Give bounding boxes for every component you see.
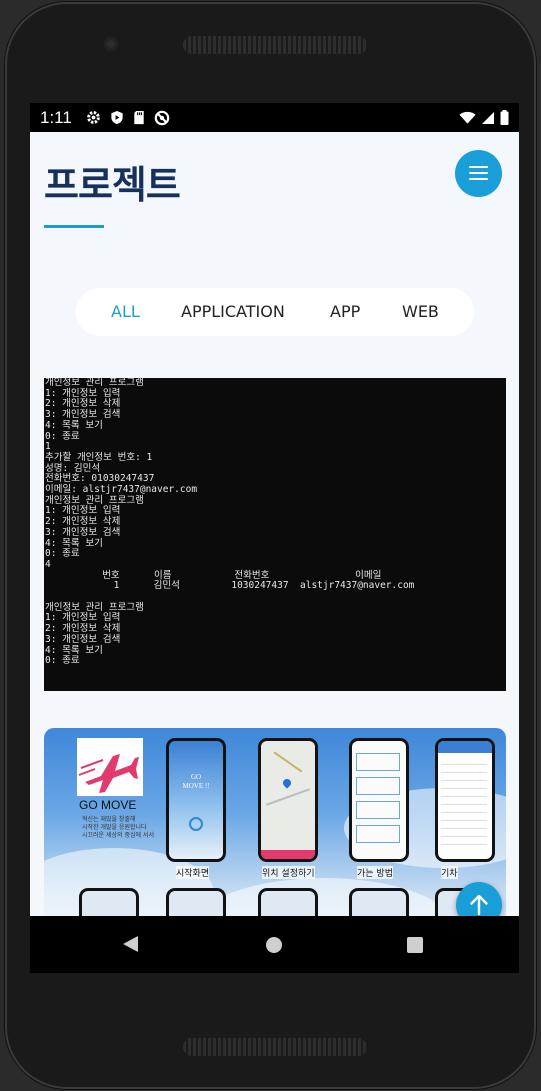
caption-route: 가는 방법 xyxy=(357,866,393,879)
wifi-icon xyxy=(459,111,476,124)
terminal-line: 0: 종료 xyxy=(45,655,80,667)
map-road xyxy=(273,751,303,773)
route-row xyxy=(356,825,400,843)
menu-button[interactable] xyxy=(455,150,502,197)
loading-ring xyxy=(189,817,203,831)
battery-icon xyxy=(500,110,509,125)
system-nav-bar xyxy=(30,916,519,973)
status-bar: 1:11 xyxy=(30,103,519,132)
terminal-line: 0: 종료 xyxy=(45,430,80,442)
terminal-line: 1 김민석 1030247437 alstjr7437@naver.com xyxy=(45,580,415,592)
map-pin-icon xyxy=(281,777,293,789)
go-move-title: GO MOVE xyxy=(79,798,137,812)
cell-signal-icon xyxy=(482,111,494,124)
page-content: 프로젝트 ALL APPLICATION APP WEB 개인정보 관리 프로그… xyxy=(30,132,519,916)
terminal-line: 3: 개인정보 검색 xyxy=(45,409,121,421)
device-screen: 1:11 프로젝트 ALL APPLICATION APP WEB 개인정보 관… xyxy=(30,103,519,973)
tab-web[interactable]: WEB xyxy=(402,302,439,321)
project-card-terminal-screenshot[interactable]: 개인정보 관리 프로그램 1: 개인정보 입력 2: 개인정보 삭제 3: 개인정보 … xyxy=(44,378,506,691)
front-camera xyxy=(104,37,118,51)
train-header xyxy=(438,741,492,753)
home-circle-icon[interactable] xyxy=(266,937,282,953)
terminal-line: 4: 목록 보기 xyxy=(45,537,103,549)
confirm-bar xyxy=(261,850,315,859)
screenshot-location xyxy=(258,738,318,862)
phone-screen-text: GO MOVE !! xyxy=(182,773,210,790)
screenshot-row2 xyxy=(166,888,226,916)
terminal-line: 3: 개인정보 검색 xyxy=(45,633,121,645)
tagline-line: 시작한 개발을 응원합니다 xyxy=(82,824,147,831)
cloud xyxy=(194,878,454,916)
train-table xyxy=(441,757,487,847)
map-road xyxy=(266,788,310,806)
page-title: 프로젝트 xyxy=(44,163,181,207)
terminal-line: 추가할 개인정보 번호: 1 xyxy=(45,451,153,463)
project-filter-tabs: ALL APPLICATION APP WEB xyxy=(76,288,474,336)
terminal-line: 0: 종료 xyxy=(45,548,80,560)
tagline-line: 시끄러운 세상의 중심에 서서 xyxy=(82,832,154,839)
arrow-up-icon xyxy=(470,894,488,916)
caption-train: 기차 xyxy=(441,866,458,879)
scroll-to-top-button[interactable] xyxy=(456,882,502,916)
status-time: 1:11 xyxy=(40,107,72,127)
tab-app[interactable]: APP xyxy=(330,302,360,321)
terminal-line: 4: 목록 보기 xyxy=(45,419,103,431)
route-row xyxy=(356,777,400,795)
hamburger-line xyxy=(469,172,488,174)
screenshot-row2 xyxy=(349,888,409,916)
terminal-line: 4: 목록 보기 xyxy=(45,644,103,656)
back-triangle-icon[interactable] xyxy=(123,936,138,952)
go-move-logo xyxy=(77,738,143,796)
hamburger-menu-icon xyxy=(469,166,488,168)
caption-location: 위치 설정하기 xyxy=(262,866,315,879)
caption-start: 시작화면 xyxy=(176,866,210,879)
no-disturb-icon xyxy=(154,110,170,125)
screenshot-route xyxy=(349,738,409,862)
screenshot-row2 xyxy=(79,888,139,916)
title-underline xyxy=(44,225,104,228)
route-row xyxy=(356,801,400,819)
play-protect-icon xyxy=(111,110,123,125)
earpiece-speaker xyxy=(183,36,367,54)
hamburger-line xyxy=(469,178,488,180)
screenshot-row2 xyxy=(258,888,318,916)
airplane-icon xyxy=(78,754,139,793)
project-card-go-move[interactable]: GO MOVE 혁신는 재밌을 창출해 시작한 개발을 응원합니다 시끄러운 세… xyxy=(44,728,506,916)
sd-card-icon xyxy=(134,110,144,125)
screenshot-start: GO MOVE !! xyxy=(166,738,226,862)
gear-icon xyxy=(86,111,100,124)
go-move-tagline: 혁신는 재밌을 창출해 시작한 개발을 응원합니다 시끄러운 세상의 중심에 서… xyxy=(82,816,154,840)
tab-application[interactable]: APPLICATION xyxy=(181,302,285,321)
recent-apps-square-icon[interactable] xyxy=(407,937,423,953)
tagline-line: 혁신는 재밌을 창출해 xyxy=(82,816,136,823)
bottom-speaker xyxy=(183,1038,367,1056)
screenshot-train xyxy=(435,738,495,862)
tab-all[interactable]: ALL xyxy=(111,302,140,321)
terminal-line: 3: 개인정보 검색 xyxy=(45,526,121,538)
route-row xyxy=(356,753,400,771)
